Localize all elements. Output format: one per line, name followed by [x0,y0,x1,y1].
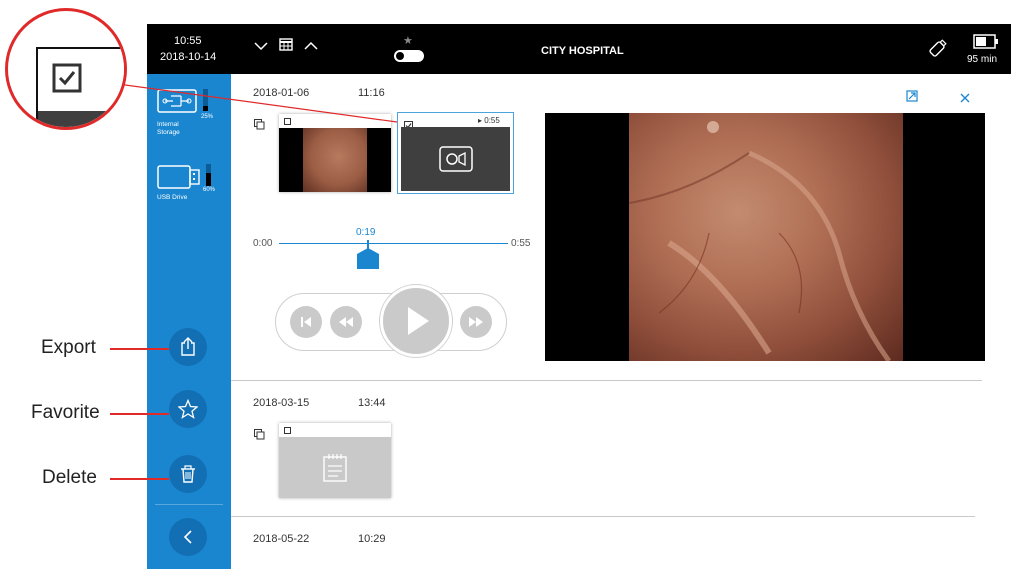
export-callout-label: Export [41,337,96,358]
hospital-name: CITY HOSPITAL [541,45,624,57]
record-date: 2018-05-22 [253,533,310,545]
close-icon[interactable] [960,90,970,108]
time-current: 0:19 [356,227,376,238]
delete-callout-line [110,478,169,480]
export-button[interactable] [169,328,207,366]
record-separator [231,380,982,381]
collapse-sidebar-button[interactable] [169,518,207,556]
favorite-callout-line [110,413,169,415]
notepad-icon [323,453,347,482]
expand-icon[interactable] [906,89,918,107]
chevron-left-icon [183,530,192,544]
record-date: 2018-03-15 [253,397,310,409]
rewind-icon [339,317,353,327]
delete-button[interactable] [169,455,207,493]
video-preview[interactable] [545,113,985,361]
export-icon [181,337,195,356]
video-camera-icon [438,146,473,172]
sidebar: 25% Internal Storage 60% USB Drive [147,74,231,569]
fast-forward-icon [469,317,483,327]
magnifier-circle [5,8,127,130]
usb-drive-item[interactable]: 60% USB Drive [157,164,223,214]
delete-callout-label: Delete [42,467,97,488]
star-outline-icon [178,399,198,419]
usb-icon [926,38,948,65]
record-time: 10:29 [358,533,386,545]
usb-level-bar [206,164,211,186]
report-thumbnail-body [279,437,391,498]
favorite-button[interactable] [169,390,207,428]
battery-remaining: 95 min [967,54,998,65]
record-separator [231,516,975,517]
scrubber-track[interactable] [279,243,508,244]
report-thumbnail[interactable] [279,423,391,498]
battery-icon [973,34,999,55]
usb-drive-icon [157,164,203,195]
fast-forward-button[interactable] [460,306,492,338]
magnified-card [36,47,124,127]
skip-back-button[interactable] [290,306,322,338]
time-end: 0:55 [511,238,531,249]
record-time: 13:44 [358,397,386,409]
export-callout-line [110,348,169,350]
multi-select-icon[interactable] [254,427,265,445]
rewind-button[interactable] [330,306,362,338]
usb-label: USB Drive [157,194,188,201]
skip-back-icon [301,317,311,327]
scrubber-handle[interactable] [356,240,380,275]
play-icon [408,307,429,335]
sidebar-divider [155,504,223,505]
play-button[interactable] [380,285,452,357]
time-start: 0:00 [253,238,273,249]
thumbnail-checkbox[interactable] [284,427,291,434]
usb-percent: 60% [203,187,216,193]
favorite-callout-label: Favorite [31,402,100,423]
magnified-checkbox-icon [52,63,82,98]
endoscopy-frame [629,113,903,361]
trash-icon [181,465,195,483]
